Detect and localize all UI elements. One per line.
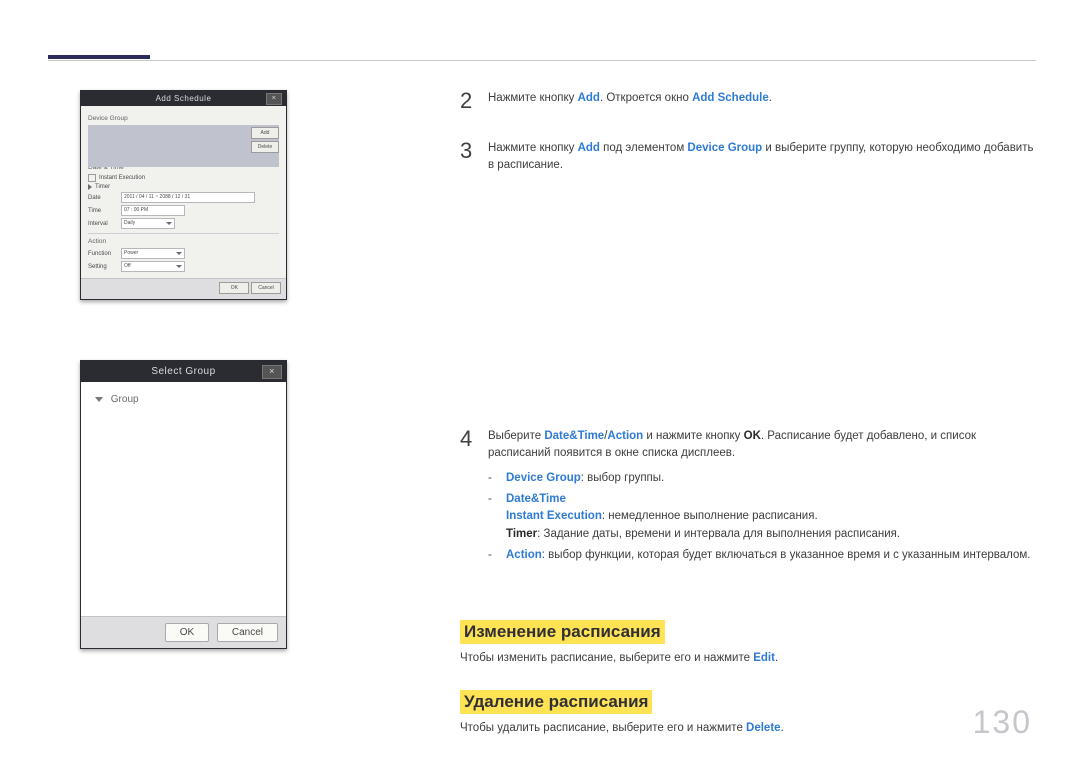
header-rule	[48, 60, 1036, 61]
date-field[interactable]: 2011 / 04 / 11 ~ 2088 / 12 / 31	[121, 192, 255, 203]
sub-instant-execution-label: Instant Execution	[506, 510, 602, 522]
function-label: Function	[88, 251, 118, 257]
heading-edit-schedule: Изменение расписания	[460, 620, 665, 644]
select-group-title: Select Group ×	[81, 361, 286, 382]
step-2-text-b: . Откроется окно	[600, 92, 692, 104]
step-number: 3	[460, 140, 488, 162]
cancel-button[interactable]: Cancel	[217, 623, 278, 642]
keyword-add: Add	[578, 142, 600, 154]
interval-select[interactable]: Daily	[121, 218, 175, 229]
header-tab	[48, 55, 150, 59]
keyword-delete: Delete	[746, 722, 781, 734]
delete-button[interactable]: Delete	[251, 141, 279, 153]
sub-action-label: Action	[506, 549, 542, 561]
sub-datetime-label: Date&Time	[506, 493, 566, 505]
sub-instant-execution-text: : немедленное выполнение расписания.	[602, 510, 818, 522]
cancel-button[interactable]: Cancel	[251, 282, 281, 294]
device-group-section-label: Device Group	[88, 115, 279, 122]
add-button[interactable]: Add	[251, 127, 279, 139]
ok-button[interactable]: OK	[165, 623, 209, 642]
instant-execution-row[interactable]: Instant Execution	[88, 174, 279, 182]
instant-execution-label: Instant Execution	[99, 175, 145, 181]
step-4: 4 Выберите Date&Time/Action и нажмите кн…	[460, 428, 1036, 567]
delete-para-a: Чтобы удалить расписание, выберите его и…	[460, 722, 746, 734]
keyword-action: Action	[607, 430, 643, 442]
delete-para-b: .	[781, 722, 784, 734]
sub-timer-text: : Задание даты, времени и интервала для …	[537, 528, 900, 540]
close-icon[interactable]: ×	[262, 365, 282, 379]
select-group-dialog: Select Group × Group OK Cancel	[80, 360, 287, 649]
ok-button[interactable]: OK	[219, 282, 249, 294]
step-2-text-c: .	[769, 92, 772, 104]
step-number: 2	[460, 90, 488, 112]
heading-delete-schedule: Удаление расписания	[460, 690, 652, 714]
edit-para-a: Чтобы изменить расписание, выберите его …	[460, 652, 753, 664]
sub-device-group-text: : выбор группы.	[581, 472, 664, 484]
timer-label: Timer	[95, 184, 110, 190]
step-3-text-b: под элементом	[600, 142, 687, 154]
add-schedule-title-text: Add Schedule	[156, 94, 212, 103]
sub-action-text: : выбор функции, которая будет включатьс…	[542, 549, 1031, 561]
edit-para-b: .	[775, 652, 778, 664]
add-schedule-dialog: Add Schedule × Device Group Add Delete D…	[80, 90, 287, 300]
select-group-title-text: Select Group	[151, 366, 215, 377]
keyword-device-group: Device Group	[687, 142, 762, 154]
step-number: 4	[460, 428, 488, 450]
step-4-text-a: Выберите	[488, 430, 544, 442]
step-2-text-a: Нажмите кнопку	[488, 92, 578, 104]
keyword-add: Add	[578, 92, 600, 104]
date-label: Date	[88, 195, 118, 201]
keyword-edit: Edit	[753, 652, 775, 664]
time-label: Time	[88, 208, 118, 214]
keyword-ok: OK	[744, 430, 761, 442]
keyword-add-schedule: Add Schedule	[692, 92, 769, 104]
time-field[interactable]: 07 : 00 PM	[121, 205, 185, 216]
chevron-down-icon[interactable]	[95, 397, 103, 402]
setting-label: Setting	[88, 264, 118, 270]
step-3-text-a: Нажмите кнопку	[488, 142, 578, 154]
function-select[interactable]: Power	[121, 248, 185, 259]
sub-device-group-label: Device Group	[506, 472, 581, 484]
page-number: 130	[973, 704, 1032, 741]
action-section-label: Action	[88, 238, 279, 245]
timer-row: Timer	[88, 184, 279, 190]
step-2: 2 Нажмите кнопку Add. Откроется окно Add…	[460, 90, 1036, 112]
add-schedule-title: Add Schedule ×	[81, 91, 286, 106]
sub-timer-label: Timer	[506, 528, 537, 540]
step-3: 3 Нажмите кнопку Add под элементом Devic…	[460, 140, 1036, 173]
keyword-datetime: Date&Time	[544, 430, 604, 442]
close-icon[interactable]: ×	[266, 93, 282, 105]
setting-select[interactable]: Off	[121, 261, 185, 272]
interval-label: Interval	[88, 221, 118, 227]
tree-root-item[interactable]: Group	[111, 394, 139, 405]
step-4-text-b: и нажмите кнопку	[643, 430, 743, 442]
